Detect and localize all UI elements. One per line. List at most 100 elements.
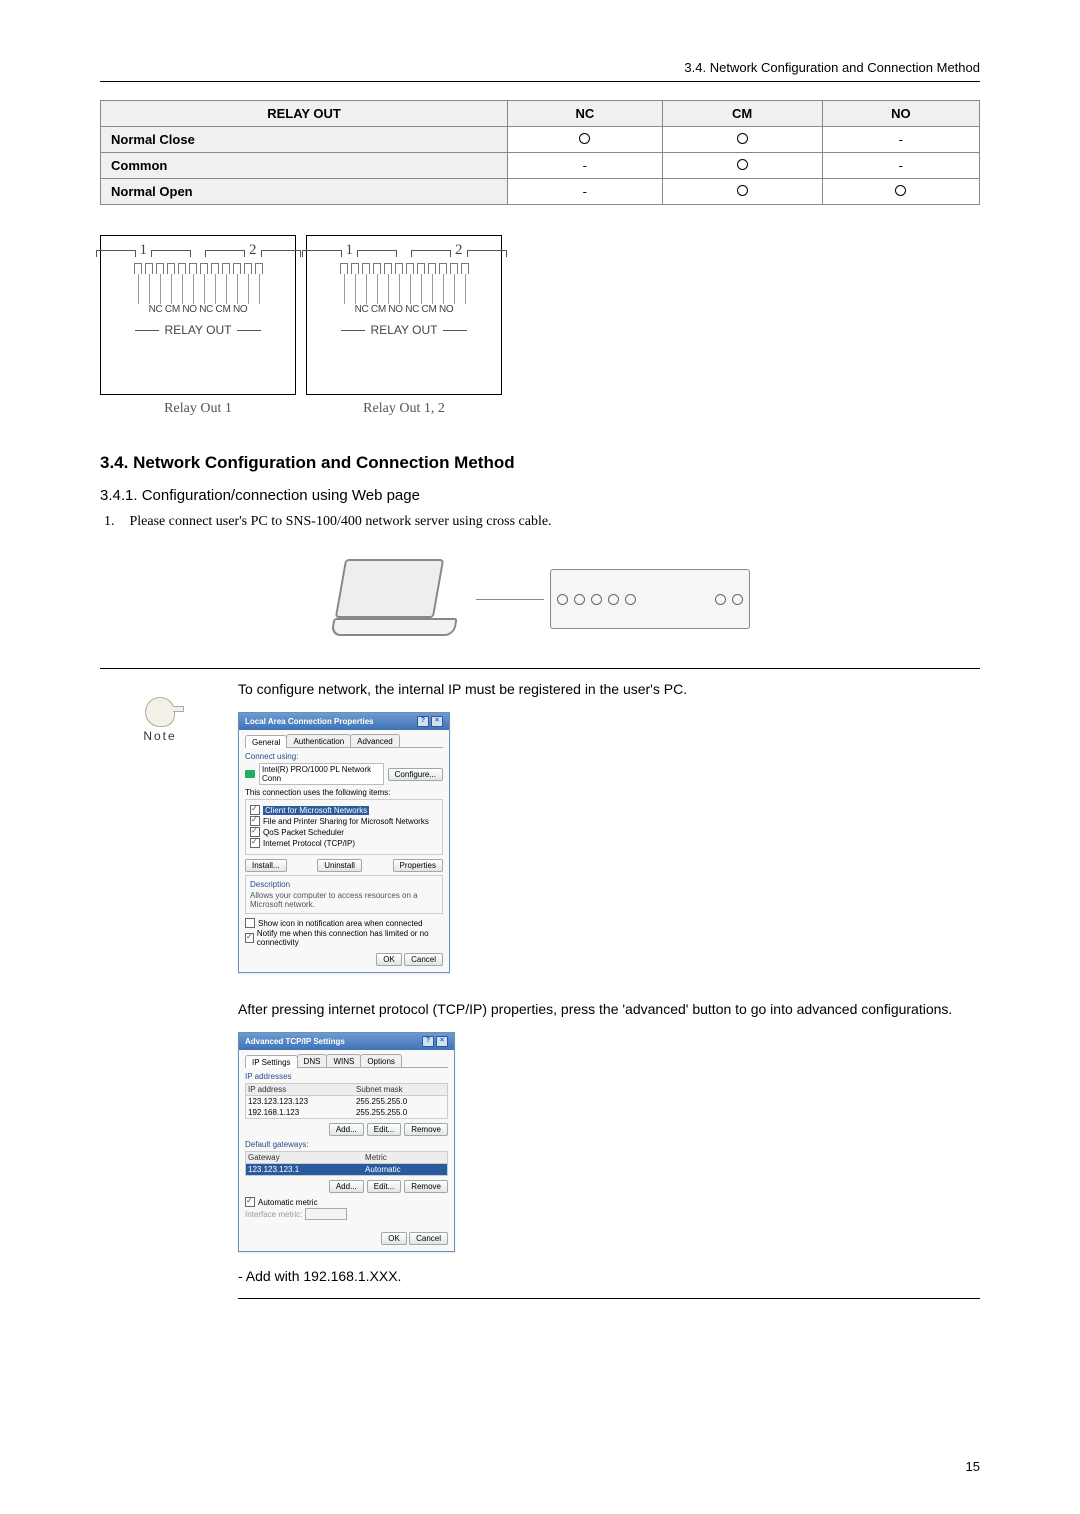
ip-edit-button[interactable]: Edit... bbox=[367, 1123, 401, 1136]
diagram1-label1: 1 bbox=[140, 242, 148, 259]
table-cell bbox=[508, 127, 663, 153]
item-label: Client for Microsoft Networks bbox=[263, 806, 369, 815]
ip-remove-button[interactable]: Remove bbox=[404, 1123, 448, 1136]
table-cell: - bbox=[822, 127, 979, 153]
item-label: File and Printer Sharing for Microsoft N… bbox=[263, 817, 429, 826]
tab-ip-settings[interactable]: IP Settings bbox=[245, 1055, 298, 1068]
ip-addresses-label: IP addresses bbox=[245, 1072, 448, 1081]
properties-button[interactable]: Properties bbox=[393, 859, 443, 872]
dialog2-titlebar: Advanced TCP/IP Settings ? × bbox=[239, 1033, 454, 1050]
note-paragraph-2: After pressing internet protocol (TCP/IP… bbox=[238, 997, 980, 1022]
tcpip-advanced-dialog: Advanced TCP/IP Settings ? × IP Settings… bbox=[238, 1032, 455, 1252]
notify-label: Notify me when this connection has limit… bbox=[257, 929, 443, 947]
note-label: Note bbox=[143, 729, 176, 743]
interface-metric-label: Interface metric: bbox=[245, 1210, 302, 1219]
table-cell: 192.168.1.123 bbox=[246, 1107, 354, 1118]
help-icon[interactable]: ? bbox=[417, 716, 429, 727]
auto-metric-checkbox[interactable] bbox=[245, 1197, 255, 1207]
table-cell bbox=[822, 179, 979, 205]
table-cell: 123.123.123.123 bbox=[246, 1096, 354, 1108]
description-label: Description bbox=[250, 880, 438, 889]
ok-button[interactable]: OK bbox=[376, 953, 402, 966]
tab-advanced[interactable]: Advanced bbox=[350, 734, 400, 747]
connection-illustration bbox=[330, 544, 750, 654]
configure-button[interactable]: Configure... bbox=[388, 768, 443, 781]
page-header: 3.4. Network Configuration and Connectio… bbox=[100, 60, 980, 82]
show-icon-checkbox[interactable] bbox=[245, 918, 255, 928]
tab-wins[interactable]: WINS bbox=[326, 1054, 361, 1067]
tcp-ok-button[interactable]: OK bbox=[381, 1232, 407, 1245]
server-device-icon bbox=[550, 569, 750, 629]
table-row[interactable]: 192.168.1.123255.255.255.0 bbox=[246, 1107, 447, 1118]
row-label: Common bbox=[101, 153, 508, 179]
table-row[interactable]: 123.123.123.1Automatic bbox=[246, 1164, 447, 1176]
diagram2-pinlabels: NC CM NO NC CM NO bbox=[311, 304, 497, 315]
list-item[interactable]: Client for Microsoft Networks bbox=[250, 805, 438, 815]
step-1: 1. Please connect user's PC to SNS-100/4… bbox=[100, 514, 980, 530]
list-item[interactable]: Internet Protocol (TCP/IP) bbox=[250, 838, 438, 848]
relay-diagram-1: 1 2 NC CM NO NC CM NO RELAY OUT bbox=[100, 235, 296, 395]
table-cell: - bbox=[508, 179, 663, 205]
help-icon[interactable]: ? bbox=[422, 1036, 434, 1047]
item-checkbox[interactable] bbox=[250, 838, 260, 848]
item-checkbox[interactable] bbox=[250, 827, 260, 837]
table-row: Normal Open- bbox=[101, 179, 980, 205]
list-item[interactable]: File and Printer Sharing for Microsoft N… bbox=[250, 816, 438, 826]
connection-items-list: Client for Microsoft Networks File and Pr… bbox=[245, 799, 443, 855]
circle-icon bbox=[737, 159, 748, 170]
section-heading-3-4: 3.4. Network Configuration and Connectio… bbox=[100, 453, 980, 473]
tab-general[interactable]: General bbox=[245, 735, 287, 748]
table-row[interactable]: 123.123.123.123255.255.255.0 bbox=[246, 1096, 447, 1108]
page-number: 15 bbox=[966, 1459, 980, 1474]
table-header: IP address bbox=[246, 1084, 354, 1096]
table-header: Subnet mask bbox=[354, 1084, 447, 1096]
close-icon[interactable]: × bbox=[436, 1036, 448, 1047]
diagram1-pinlabels: NC CM NO NC CM NO bbox=[105, 304, 291, 315]
table-cell bbox=[662, 179, 822, 205]
gw-remove-button[interactable]: Remove bbox=[404, 1180, 448, 1193]
diagram1-label2: 2 bbox=[249, 242, 257, 259]
item-checkbox[interactable] bbox=[250, 805, 260, 815]
dialog-title-text: Local Area Connection Properties bbox=[245, 717, 374, 726]
interface-metric-input bbox=[305, 1208, 347, 1220]
list-item[interactable]: QoS Packet Scheduler bbox=[250, 827, 438, 837]
tab-options[interactable]: Options bbox=[360, 1054, 402, 1067]
lan-tabs: GeneralAuthenticationAdvanced bbox=[245, 734, 443, 748]
notify-checkbox[interactable] bbox=[245, 933, 254, 943]
table-cell: 255.255.255.0 bbox=[354, 1096, 447, 1108]
items-label: This connection uses the following items… bbox=[245, 788, 443, 797]
add-ip-instruction: - Add with 192.168.1.XXX. bbox=[238, 1264, 980, 1289]
gw-add-button[interactable]: Add... bbox=[329, 1180, 364, 1193]
tab-authentication[interactable]: Authentication bbox=[286, 734, 351, 747]
note-hand-icon bbox=[145, 697, 175, 727]
uninstall-button[interactable]: Uninstall bbox=[317, 859, 362, 872]
circle-icon bbox=[737, 185, 748, 196]
tab-dns[interactable]: DNS bbox=[297, 1054, 328, 1067]
adapter-field: Intel(R) PRO/1000 PL Network Conn bbox=[259, 763, 384, 785]
row-label: Normal Close bbox=[101, 127, 508, 153]
install-button[interactable]: Install... bbox=[245, 859, 287, 872]
note-line-1: To configure network, the internal IP mu… bbox=[238, 677, 980, 702]
diagram1-relay-label: RELAY OUT bbox=[165, 323, 232, 337]
table-cell bbox=[662, 127, 822, 153]
tcp-cancel-button[interactable]: Cancel bbox=[409, 1232, 448, 1245]
table-row: Normal Close - bbox=[101, 127, 980, 153]
row-label: Normal Open bbox=[101, 179, 508, 205]
close-icon[interactable]: × bbox=[431, 716, 443, 727]
laptop-icon bbox=[330, 559, 470, 639]
description-text: Allows your computer to access resources… bbox=[250, 891, 438, 909]
circle-icon bbox=[579, 133, 590, 144]
item-checkbox[interactable] bbox=[250, 816, 260, 826]
ip-add-button[interactable]: Add... bbox=[329, 1123, 364, 1136]
gw-edit-button[interactable]: Edit... bbox=[367, 1180, 401, 1193]
gateways-label: Default gateways: bbox=[245, 1140, 448, 1149]
table-header: RELAY OUT bbox=[101, 101, 508, 127]
header-section-ref: 3.4. Network Configuration and Connectio… bbox=[684, 60, 980, 75]
cancel-button[interactable]: Cancel bbox=[404, 953, 443, 966]
table-header: Gateway bbox=[246, 1152, 363, 1164]
table-cell: Automatic bbox=[363, 1164, 447, 1176]
diagram2-label1: 1 bbox=[346, 242, 354, 259]
table-cell: - bbox=[822, 153, 979, 179]
table-cell: 255.255.255.0 bbox=[354, 1107, 447, 1118]
table-cell: 123.123.123.1 bbox=[246, 1164, 363, 1176]
